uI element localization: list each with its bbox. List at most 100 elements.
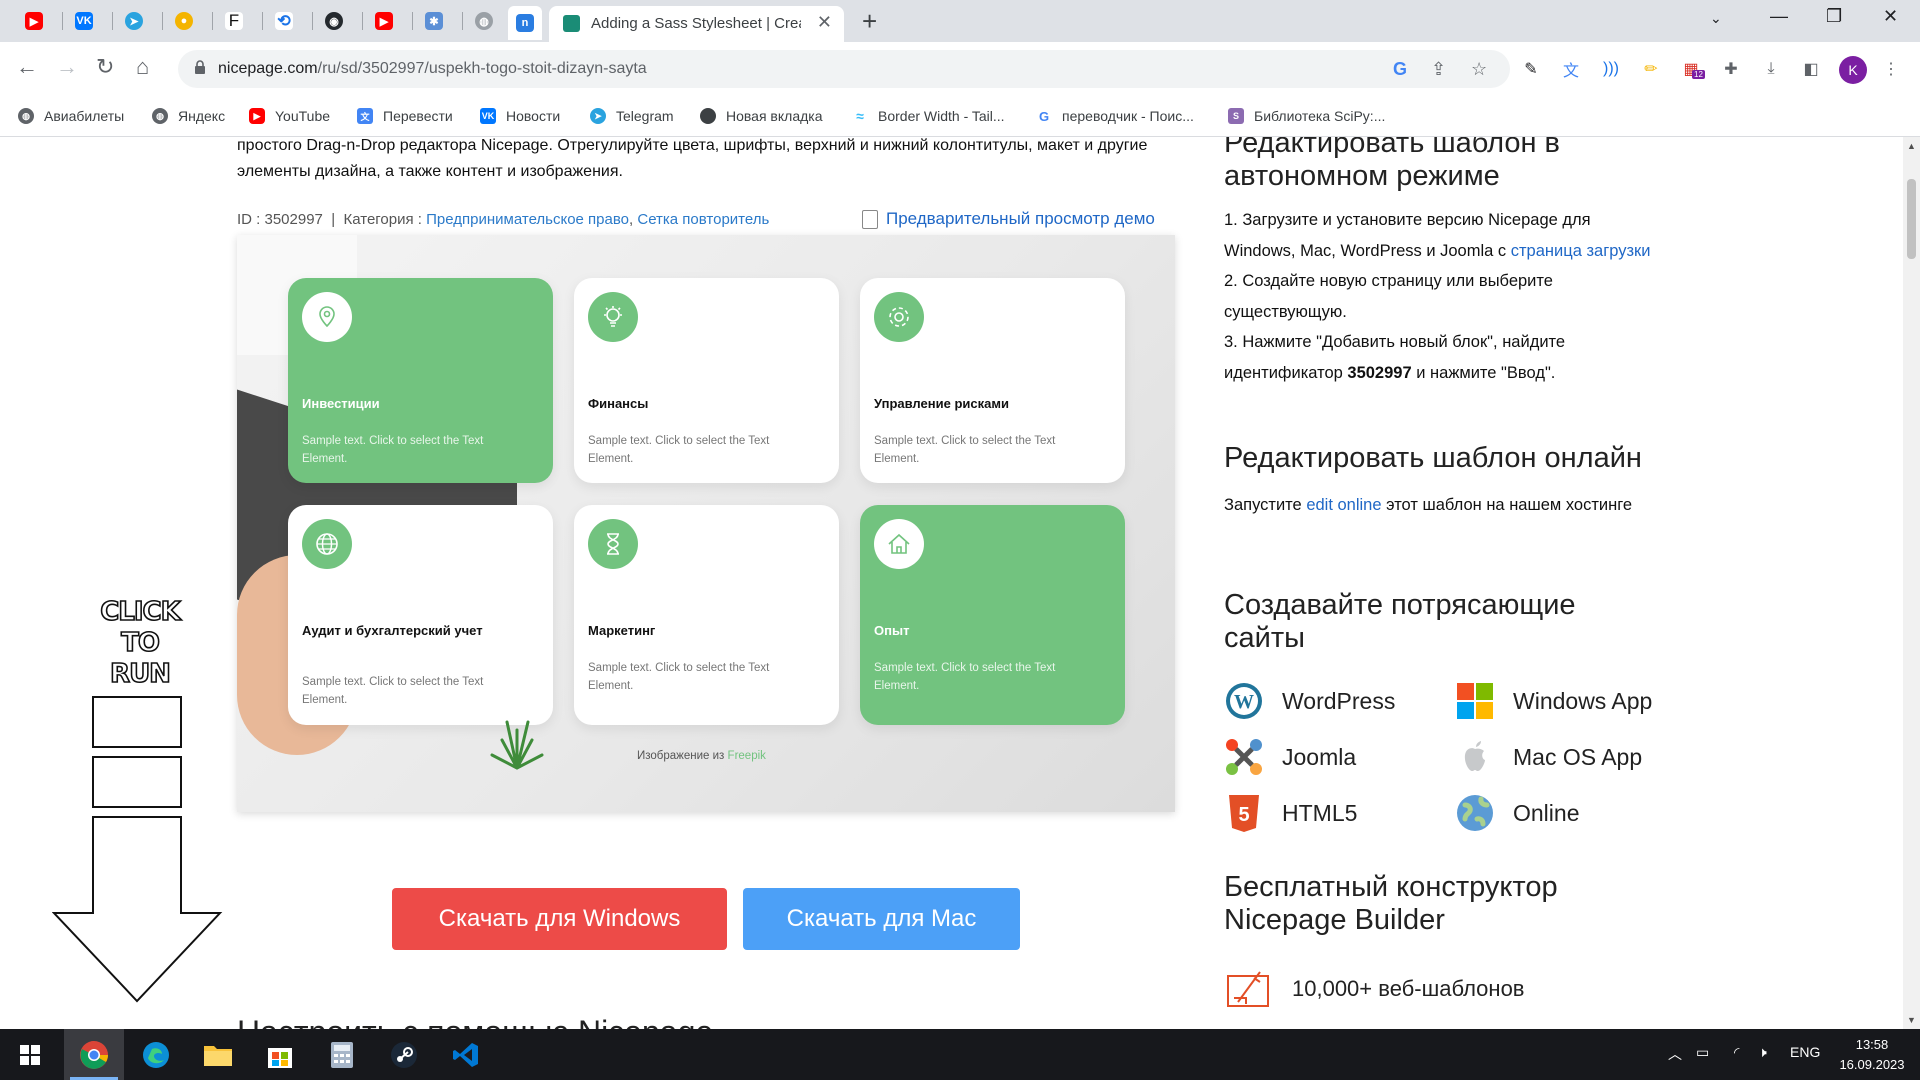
bookmark-item[interactable]: ≈ Border Width - Tail...	[852, 108, 1005, 124]
pinned-tab-telegram[interactable]: ➤	[120, 8, 148, 34]
active-tab[interactable]: Adding a Sass Stylesheet | Create ✕	[549, 6, 844, 42]
taskbar-explorer[interactable]	[188, 1029, 248, 1080]
extension-badge-icon[interactable]: ▦ 12	[1680, 58, 1705, 80]
category-link[interactable]: Предпринимательское право	[426, 211, 629, 228]
wifi-icon[interactable]: ◜	[1734, 1044, 1739, 1061]
bookmarks-bar: ◍ Авиабилеты ◍ Яндекс ▶ YouTube 文 Перевести …	[0, 97, 1920, 137]
restore-button[interactable]: ❐	[1826, 6, 1842, 27]
click-to-run-overlay[interactable]: CLICK TO RUN	[52, 596, 223, 1003]
tab-search-icon[interactable]: ⌄	[1710, 10, 1722, 27]
windows-taskbar: ︿ ▭ ◜ 🕨 ENG 13:58 16.09.2023	[0, 1029, 1920, 1080]
platform-joomla[interactable]: Joomla	[1224, 737, 1356, 777]
eyedropper-icon[interactable]: ✎	[1520, 58, 1542, 80]
globe-icon: ◍	[475, 12, 493, 30]
platform-mac-os-app[interactable]: Mac OS App	[1455, 737, 1642, 777]
category-link[interactable]: Сетка повторитель	[637, 211, 769, 228]
taskbar-calculator[interactable]	[312, 1029, 372, 1080]
home-button[interactable]: ⌂	[136, 54, 149, 80]
preview-demo-link[interactable]: Предварительный просмотр демо	[862, 209, 1155, 229]
close-window-button[interactable]: ✕	[1883, 6, 1898, 27]
template-preview-image[interactable]: Инвестиции Sample text. Click to select …	[237, 235, 1175, 812]
folder-icon	[204, 1045, 232, 1066]
offline-edit-heading: Редактировать шаблон в автономном режиме	[1224, 137, 1560, 192]
house-icon	[874, 519, 924, 569]
profile-avatar[interactable]: K	[1839, 56, 1867, 84]
pinned-tab-vk[interactable]: VK	[70, 8, 98, 34]
tray-overflow-icon[interactable]: ︿	[1668, 1044, 1682, 1064]
wordpress-icon: W	[1224, 681, 1264, 721]
battery-icon[interactable]: ▭	[1696, 1044, 1709, 1061]
bookmark-item[interactable]: 文 Перевести	[357, 108, 453, 124]
reload-button[interactable]: ↻	[96, 54, 114, 80]
bookmark-item[interactable]: Gпереводчик - Поис...	[1036, 108, 1194, 124]
pinned-tab-sync[interactable]: ⟲	[270, 8, 298, 34]
pinned-tab-ext[interactable]: ●	[170, 8, 198, 34]
pinned-tab-github[interactable]: ◉	[320, 8, 348, 34]
taskbar-chrome[interactable]	[64, 1029, 124, 1080]
freepik-link[interactable]: Freepik	[728, 750, 766, 762]
forward-button[interactable]: →	[56, 54, 78, 80]
read-aloud-icon[interactable]: )))	[1600, 58, 1622, 80]
bookmark-item[interactable]: VK Новости	[480, 108, 560, 124]
translate-icon: 文	[357, 108, 373, 124]
pinned-tab-f[interactable]: F	[220, 8, 248, 34]
scroll-up-arrow-icon[interactable]: ▲	[1907, 141, 1916, 151]
share-icon[interactable]: ⇪	[1431, 59, 1446, 80]
page-scrollbar[interactable]: ▲ ▼	[1903, 137, 1920, 1029]
platform-html5[interactable]: 5 HTML5	[1224, 793, 1357, 833]
bookmark-star-icon[interactable]: ☆	[1471, 59, 1487, 80]
download-page-link[interactable]: страница загрузки	[1511, 242, 1651, 260]
download-mac-button[interactable]: Скачать для Mac	[743, 888, 1020, 950]
menu-icon[interactable]: ⋮	[1880, 58, 1902, 80]
close-tab-icon[interactable]: ✕	[817, 12, 832, 33]
address-bar[interactable]: nicepage.com/ru/sd/3502997/uspekh-togo-s…	[178, 50, 1510, 88]
taskbar-vscode[interactable]	[436, 1029, 496, 1080]
platform-windows-app[interactable]: Windows App	[1455, 681, 1652, 721]
calculator-icon	[331, 1041, 353, 1068]
taskbar-steam[interactable]	[374, 1029, 434, 1080]
language-indicator[interactable]: ENG	[1790, 1044, 1820, 1060]
new-tab-button[interactable]: +	[862, 6, 877, 37]
volume-muted-icon[interactable]: 🕨	[1758, 1044, 1767, 1061]
bookmark-item[interactable]: Новая вкладка	[700, 108, 823, 124]
pinned-tab-globe[interactable]: ◍	[470, 8, 498, 34]
minimize-button[interactable]: —	[1770, 6, 1788, 27]
template-card: Управление рисками Sample text. Click to…	[860, 278, 1125, 483]
puzzle-icon[interactable]: ✚	[1720, 58, 1742, 80]
online-edit-heading: Редактировать шаблон онлайн	[1224, 442, 1642, 474]
url-text: nicepage.com/ru/sd/3502997/uspekh-togo-s…	[218, 60, 647, 77]
pinned-tab-app[interactable]: ✱	[420, 8, 448, 34]
platform-online[interactable]: Online	[1455, 793, 1579, 833]
bookmark-item[interactable]: ➤ Telegram	[590, 108, 674, 124]
download-icon[interactable]: ⤓	[1760, 58, 1782, 80]
globe-icon	[302, 519, 352, 569]
design-tools-icon	[1227, 971, 1269, 1007]
bookmark-item[interactable]: S Библиотека SciPy:...	[1228, 108, 1385, 124]
f-letter-icon: F	[225, 11, 243, 30]
start-button[interactable]	[0, 1029, 60, 1080]
plant-decoration	[490, 720, 544, 770]
scroll-down-arrow-icon[interactable]: ▼	[1907, 1015, 1916, 1025]
edge-icon	[143, 1041, 169, 1068]
pencil-icon[interactable]: ✏	[1640, 58, 1662, 80]
side-panel-icon[interactable]: ◧	[1800, 58, 1822, 80]
pinned-tab-nicepage[interactable]: n	[508, 6, 542, 40]
taskbar-store[interactable]	[250, 1029, 310, 1080]
pinned-tab-youtube[interactable]: ▶	[20, 8, 48, 34]
back-button[interactable]: ←	[16, 54, 38, 80]
bookmark-item[interactable]: ◍ Авиабилеты	[18, 108, 124, 124]
vk-icon: VK	[480, 108, 496, 124]
youtube-icon: ▶	[25, 12, 43, 30]
platform-wordpress[interactable]: W WordPress	[1224, 681, 1395, 721]
translate-icon[interactable]: 文	[1560, 58, 1582, 80]
bookmark-item[interactable]: ▶ YouTube	[249, 108, 330, 124]
bookmark-item[interactable]: ◍ Яндекс	[152, 108, 225, 124]
windows-icon	[1455, 681, 1495, 721]
taskbar-edge[interactable]	[126, 1029, 186, 1080]
scrollbar-thumb[interactable]	[1907, 179, 1916, 259]
download-windows-button[interactable]: Скачать для Windows	[392, 888, 727, 950]
edit-online-link[interactable]: edit online	[1306, 496, 1381, 514]
taskbar-clock[interactable]: 13:58 16.09.2023	[1836, 1035, 1908, 1075]
pinned-tab-youtube-2[interactable]: ▶	[370, 8, 398, 34]
google-icon[interactable]: G	[1393, 59, 1407, 80]
